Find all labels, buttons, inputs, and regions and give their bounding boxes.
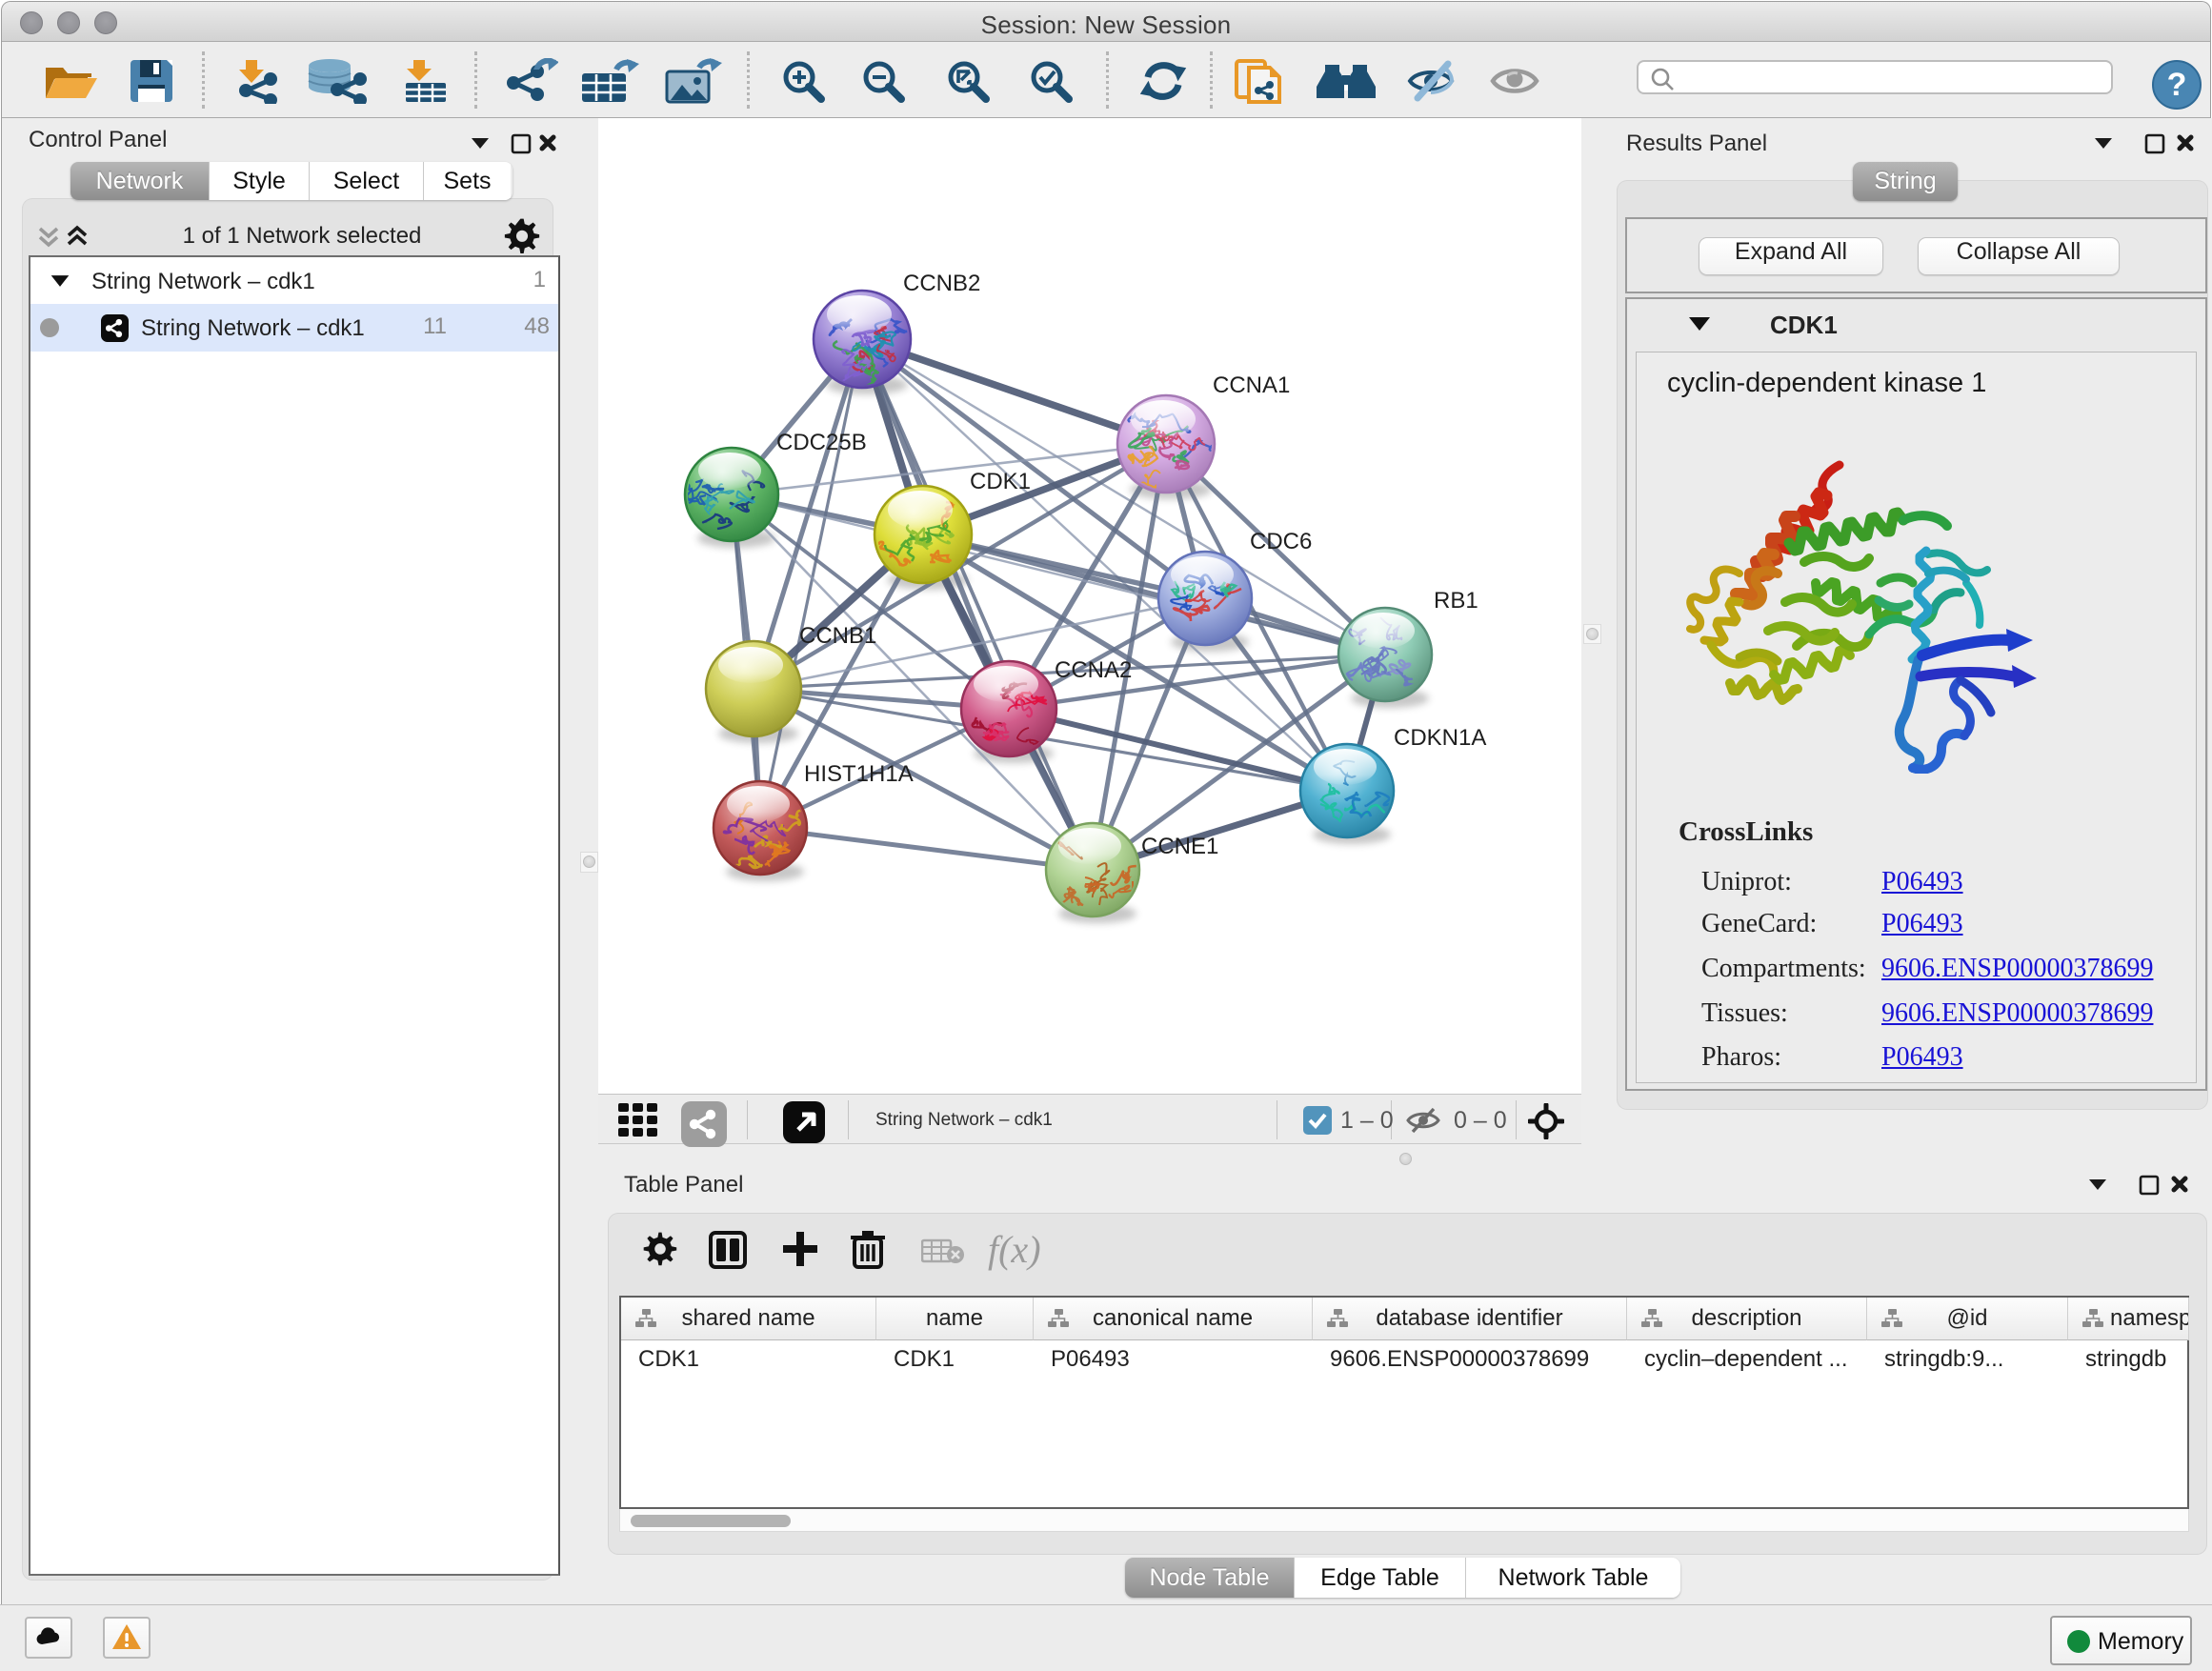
svg-text:RB1: RB1 — [1434, 588, 1478, 614]
svg-text:CDKN1A: CDKN1A — [1394, 725, 1486, 751]
svg-text:CCNA1: CCNA1 — [1213, 372, 1290, 398]
svg-text:CDK1: CDK1 — [970, 469, 1031, 494]
svg-text:CCNB1: CCNB1 — [799, 623, 876, 649]
svg-text:CCNB2: CCNB2 — [903, 271, 980, 296]
svg-text:?: ? — [2167, 67, 2187, 103]
svg-text:CCNE1: CCNE1 — [1141, 834, 1218, 859]
svg-text:CDC6: CDC6 — [1250, 529, 1312, 554]
svg-text:HIST1H1A: HIST1H1A — [804, 761, 914, 787]
svg-text:CDC25B: CDC25B — [776, 430, 867, 455]
svg-text:CCNA2: CCNA2 — [1055, 657, 1132, 683]
